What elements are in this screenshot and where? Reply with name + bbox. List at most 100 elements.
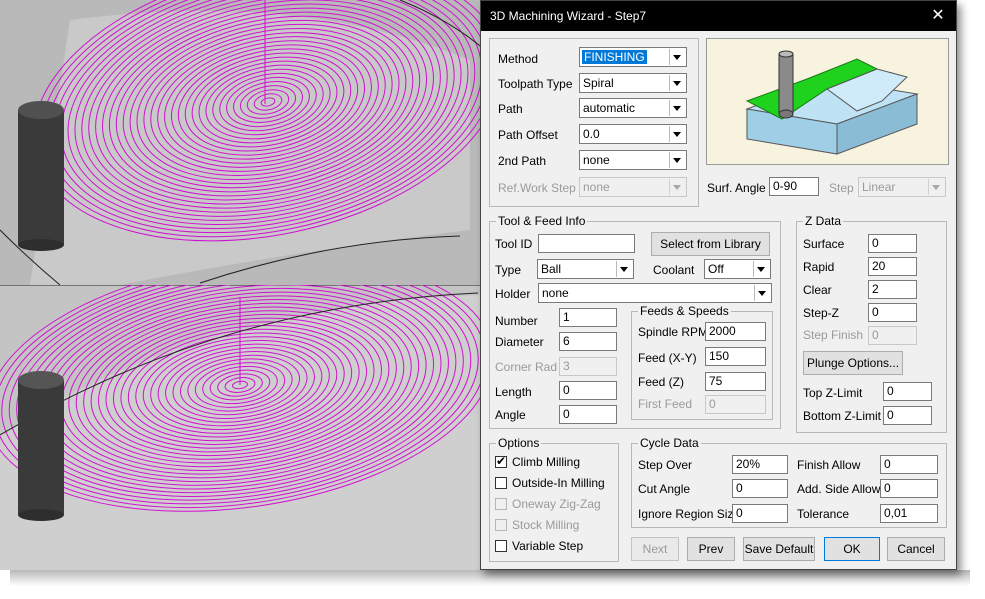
diameter-input[interactable]: 6	[559, 332, 617, 351]
check-icon: ✔	[496, 454, 507, 468]
cutter-tool-top	[18, 101, 64, 251]
feed-xy-label: Feed (X-Y)	[638, 351, 697, 365]
length-input[interactable]: 0	[559, 381, 617, 400]
spiral-toolpath-bottom-view	[0, 285, 485, 570]
close-icon[interactable]: ✕	[928, 6, 948, 26]
chevron-down-icon	[753, 261, 769, 277]
cycle-data-group-title: Cycle Data	[638, 436, 701, 450]
plunge-options-button[interactable]: Plunge Options...	[803, 351, 903, 375]
ignore-region-size-label: Ignore Region Size	[638, 507, 741, 521]
spindle-rpm-label: Spindle RPM	[638, 325, 709, 339]
chevron-down-icon	[669, 100, 685, 116]
type-label: Type	[495, 263, 522, 277]
holder-value: none	[542, 286, 569, 300]
path-select[interactable]: automatic	[579, 98, 687, 118]
next-button[interactable]: Next	[631, 537, 679, 561]
type-select[interactable]: Ball	[537, 259, 634, 279]
oneway-zigzag-checkbox	[495, 498, 507, 510]
title-bar[interactable]: 3D Machining Wizard - Step7 ✕	[481, 1, 956, 31]
step-z-label: Step-Z	[803, 306, 840, 320]
cut-angle-input[interactable]: 0	[732, 479, 788, 498]
path-value: automatic	[583, 101, 636, 115]
ok-button[interactable]: OK	[824, 537, 880, 561]
tool-id-input[interactable]	[538, 234, 635, 253]
step-value: Linear	[862, 180, 896, 194]
viewport-3d[interactable]	[0, 0, 485, 570]
feed-z-input[interactable]: 75	[705, 372, 766, 391]
bottom-z-limit-input[interactable]: 0	[883, 406, 932, 425]
ref-work-step-select: none	[579, 177, 687, 197]
spindle-rpm-input[interactable]: 2000	[705, 322, 766, 341]
coolant-label: Coolant	[653, 263, 695, 277]
number-input[interactable]: 1	[559, 308, 617, 327]
surf-angle-input[interactable]: 0-90	[769, 177, 819, 196]
path-offset-select[interactable]: 0.0	[579, 124, 687, 144]
first-feed-input: 0	[705, 395, 766, 414]
chevron-down-icon	[669, 49, 685, 65]
dialog-title: 3D Machining Wizard - Step7	[490, 9, 647, 23]
coolant-value: Off	[708, 262, 724, 276]
clear-input[interactable]: 2	[868, 280, 917, 299]
ref-work-step-label: Ref.Work Step	[498, 181, 576, 195]
options-group-title: Options	[496, 436, 542, 450]
diameter-label: Diameter	[495, 335, 544, 349]
path-offset-value: 0.0	[583, 127, 600, 141]
type-value: Ball	[541, 262, 562, 276]
chevron-down-icon	[754, 285, 770, 301]
method-value: FINISHING	[582, 50, 647, 64]
angle-input[interactable]: 0	[559, 405, 617, 424]
rapid-label: Rapid	[803, 260, 835, 274]
coolant-select[interactable]: Off	[704, 259, 771, 279]
tolerance-input[interactable]: 0,01	[880, 504, 938, 523]
chevron-down-icon	[928, 179, 944, 195]
holder-label: Holder	[495, 287, 531, 301]
finish-allow-input[interactable]: 0	[880, 455, 938, 474]
variable-step-label[interactable]: Variable Step	[512, 539, 583, 553]
holder-select[interactable]: none	[538, 283, 772, 303]
feed-z-label: Feed (Z)	[638, 375, 685, 389]
chevron-down-icon	[616, 261, 632, 277]
prev-button[interactable]: Prev	[687, 537, 735, 561]
top-z-limit-label: Top Z-Limit	[803, 386, 863, 400]
stock-milling-checkbox	[495, 519, 507, 531]
step-finish-label: Step Finish	[803, 328, 864, 342]
step-label: Step	[829, 181, 854, 195]
length-label: Length	[495, 385, 532, 399]
select-from-library-button[interactable]: Select from Library	[651, 232, 770, 256]
feeds-speeds-group-title: Feeds & Speeds	[638, 304, 731, 318]
climb-milling-label[interactable]: Climb Milling	[512, 455, 580, 469]
step-finish-input: 0	[868, 326, 917, 345]
cut-angle-label: Cut Angle	[638, 482, 691, 496]
step-over-input[interactable]: 20%	[732, 455, 788, 474]
corner-rad-input: 3	[559, 357, 617, 376]
surface-input[interactable]: 0	[868, 234, 917, 253]
step-over-label: Step Over	[638, 458, 693, 472]
spiral-toolpath-top-view	[0, 0, 485, 285]
variable-step-checkbox[interactable]	[495, 540, 507, 552]
outside-in-milling-checkbox[interactable]	[495, 477, 507, 489]
toolpath-type-select[interactable]: Spiral	[579, 73, 687, 93]
save-default-button[interactable]: Save Default	[743, 537, 815, 561]
z-data-group-title: Z Data	[803, 214, 844, 228]
second-path-value: none	[583, 153, 610, 167]
cancel-button[interactable]: Cancel	[887, 537, 945, 561]
top-z-limit-input[interactable]: 0	[883, 382, 932, 401]
outside-in-milling-label[interactable]: Outside-In Milling	[512, 476, 605, 490]
viewport-top-pane[interactable]	[0, 0, 485, 285]
feed-xy-input[interactable]: 150	[705, 347, 766, 366]
toolpath-type-value: Spiral	[583, 76, 614, 90]
method-select[interactable]: FINISHING	[579, 47, 687, 67]
surf-angle-label: Surf. Angle	[707, 181, 766, 195]
chevron-down-icon	[669, 152, 685, 168]
path-label: Path	[498, 102, 523, 116]
add-side-allow-input[interactable]: 0	[880, 479, 938, 498]
window-shadow	[10, 570, 970, 586]
corner-rad-label: Corner Rad	[495, 360, 558, 374]
second-path-select[interactable]: none	[579, 150, 687, 170]
method-label: Method	[498, 52, 539, 66]
ignore-region-size-input[interactable]: 0	[732, 504, 788, 523]
viewport-bottom-pane[interactable]	[0, 285, 485, 570]
rapid-input[interactable]: 20	[868, 257, 917, 276]
climb-milling-checkbox[interactable]: ✔	[495, 454, 507, 468]
step-z-input[interactable]: 0	[868, 303, 917, 322]
